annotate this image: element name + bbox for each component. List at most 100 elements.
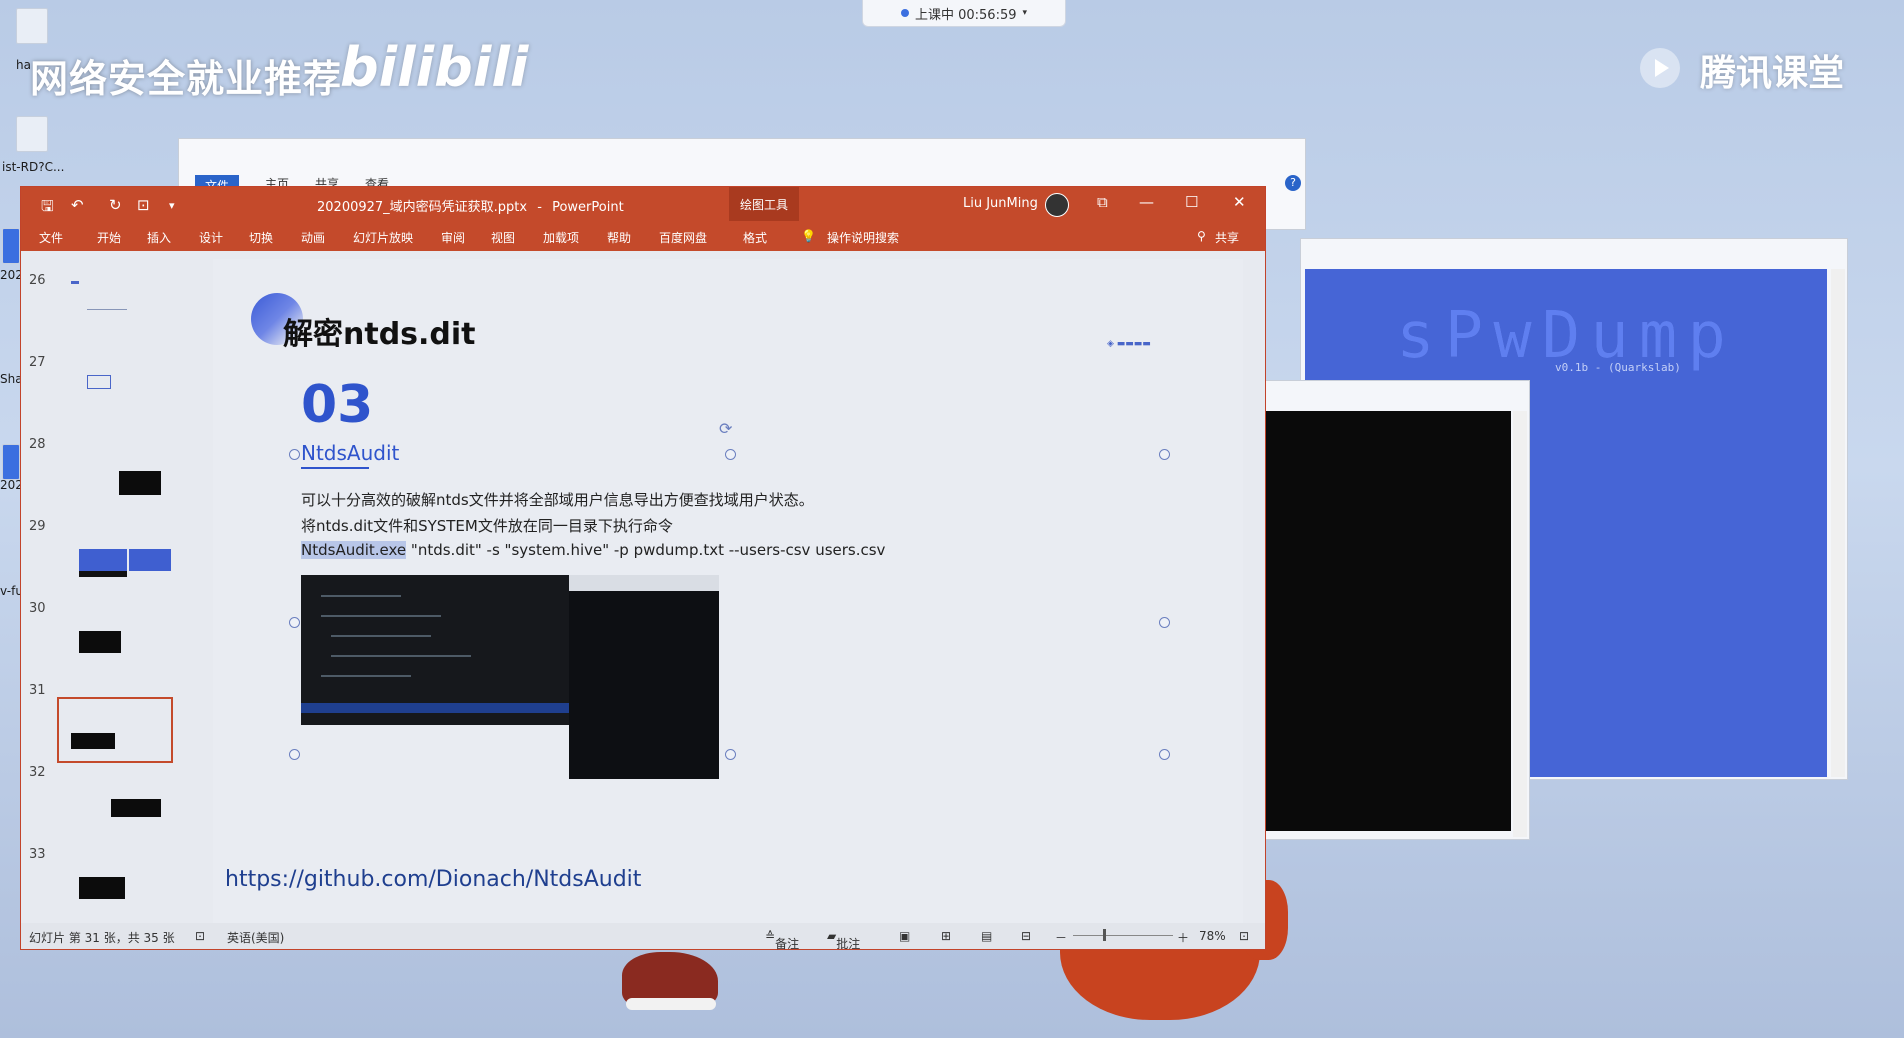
- minimize-button[interactable]: —: [1139, 193, 1154, 211]
- slide-counter: 幻灯片 第 31 张，共 35 张: [29, 931, 175, 945]
- tab-design[interactable]: 设计: [199, 229, 223, 246]
- comments-label: 批注: [836, 937, 861, 951]
- thumbnail-number: 33: [29, 847, 46, 862]
- user-name[interactable]: Liu JunMing: [963, 196, 1038, 211]
- selection-handle[interactable]: [289, 449, 300, 460]
- slideshow-view-icon[interactable]: ⊟: [1021, 929, 1031, 943]
- body-text-line[interactable]: 可以十分高效的破解ntds文件并将全部域用户信息导出方便查找域用户状态。: [301, 489, 814, 510]
- avatar[interactable]: [1045, 193, 1069, 217]
- window-title: 20200927_域内密码凭证获取.pptx - PowerPoint: [317, 196, 624, 215]
- character-shoe: [622, 952, 718, 1010]
- zoom-in-button[interactable]: ＋: [1177, 929, 1189, 946]
- class-status-text: 上课中 00:56:59: [914, 7, 1017, 23]
- tencent-classroom-logo: 腾讯课堂: [1700, 53, 1845, 94]
- section-number[interactable]: 03: [301, 375, 373, 435]
- selection-handle[interactable]: [1159, 449, 1170, 460]
- zoom-slider-thumb[interactable]: [1103, 929, 1106, 941]
- scrollbar[interactable]: [1831, 269, 1845, 777]
- body-text-line[interactable]: 将ntds.dit文件和SYSTEM文件放在同一目录下执行命令: [301, 515, 673, 536]
- redo-icon[interactable]: ↻: [109, 196, 122, 214]
- slide-title[interactable]: 解密ntds.dit: [283, 309, 476, 353]
- selection-handle[interactable]: [725, 749, 736, 760]
- reading-view-icon[interactable]: ▤: [981, 929, 992, 943]
- promo-banner-text: 网络安全就业推荐: [30, 57, 343, 101]
- notes-button[interactable]: ≙ 备注: [765, 929, 799, 951]
- proofing-icon[interactable]: ⊡: [195, 929, 205, 943]
- fit-to-window-icon[interactable]: ⊡: [1239, 929, 1249, 943]
- slide-thumbnail[interactable]: [57, 437, 173, 501]
- slideshow-icon[interactable]: ⊡: [137, 196, 150, 214]
- selection-handle[interactable]: [1159, 617, 1170, 628]
- thumbnail-number: 27: [29, 355, 46, 370]
- slide-thumbnail-selected[interactable]: [57, 697, 173, 763]
- command-args: "ntds.dit" -s "system.hive" -p pwdump.tx…: [406, 541, 886, 559]
- undo-icon[interactable]: ↶: [71, 196, 84, 214]
- selection-handle[interactable]: [725, 449, 736, 460]
- command-exe: NtdsAudit.exe: [301, 541, 407, 559]
- scrollbar[interactable]: [1513, 411, 1527, 837]
- tab-animations[interactable]: 动画: [301, 229, 325, 246]
- language-indicator[interactable]: 英语(美国): [227, 929, 284, 946]
- tab-file[interactable]: 文件: [39, 229, 63, 246]
- slide-thumbnails-panel[interactable]: 26 27 28 29 30 31 32 33: [21, 251, 197, 923]
- customize-qat-icon[interactable]: ▾: [169, 199, 175, 212]
- normal-view-icon[interactable]: ▣: [899, 929, 910, 943]
- bilibili-logo: bilibili: [340, 36, 529, 99]
- save-icon[interactable]: 🖫: [41, 196, 54, 221]
- desktop-icon-label: ist-RD?C...: [2, 160, 65, 174]
- tab-insert[interactable]: 插入: [147, 229, 171, 246]
- tab-view[interactable]: 视图: [491, 229, 515, 246]
- user-icon: ⚲: [1197, 229, 1206, 243]
- selection-handle[interactable]: [289, 749, 300, 760]
- rotate-handle-icon[interactable]: ⟳: [719, 419, 732, 438]
- selection-handle[interactable]: [1159, 749, 1170, 760]
- command-line[interactable]: NtdsAudit.exe "ntds.dit" -s "system.hive…: [301, 541, 885, 559]
- slide-sorter-icon[interactable]: ⊞: [941, 929, 951, 943]
- slide-thumbnail[interactable]: [57, 519, 173, 583]
- play-icon: [1640, 48, 1680, 88]
- screenshot-image-terminal: [569, 575, 719, 779]
- thumbnail-number: 29: [29, 519, 46, 534]
- slide-logo: ◈ ▬▬▬▬: [1107, 339, 1151, 349]
- screenshot-image-titlebar: [569, 575, 719, 591]
- tab-addins[interactable]: 加载项: [543, 229, 579, 246]
- slide-thumbnail[interactable]: [57, 847, 173, 911]
- tab-slideshow[interactable]: 幻灯片放映: [353, 229, 413, 246]
- title-separator: -: [537, 200, 542, 215]
- zoom-slider[interactable]: [1073, 935, 1173, 936]
- slide-thumbnail[interactable]: [57, 601, 173, 665]
- help-icon[interactable]: ?: [1285, 175, 1301, 191]
- app-name: PowerPoint: [552, 200, 624, 215]
- notes-label: 备注: [775, 937, 800, 951]
- tab-baidu-netdisk[interactable]: 百度网盘: [659, 229, 707, 246]
- live-dot-icon: [900, 9, 909, 17]
- slide-thumbnail[interactable]: [57, 273, 173, 337]
- zoom-out-button[interactable]: －: [1055, 929, 1067, 946]
- share-button[interactable]: 共享: [1215, 229, 1239, 246]
- section-subtitle[interactable]: NtdsAudit: [301, 441, 399, 465]
- github-link[interactable]: https://github.com/Dionach/NtdsAudit: [225, 867, 641, 892]
- tab-help[interactable]: 帮助: [607, 229, 631, 246]
- tab-format[interactable]: 格式: [743, 229, 767, 246]
- tab-home[interactable]: 开始: [97, 229, 121, 246]
- terminal-window[interactable]: [1250, 380, 1530, 840]
- close-button[interactable]: ✕: [1233, 193, 1246, 211]
- class-status-pill[interactable]: 上课中 00:56:59 ▾: [862, 0, 1066, 27]
- tab-review[interactable]: 审阅: [441, 229, 465, 246]
- ribbon-display-options-icon[interactable]: ⧉: [1097, 193, 1108, 211]
- maximize-button[interactable]: ☐: [1185, 193, 1198, 211]
- drawing-tools-context-tab: 绘图工具: [729, 187, 799, 221]
- selection-handle[interactable]: [289, 617, 300, 628]
- tell-me-search[interactable]: 操作说明搜索: [827, 229, 899, 246]
- zoom-level[interactable]: 78%: [1199, 929, 1226, 943]
- ribbon-tabs: 文件 开始 插入 设计 切换 动画 幻灯片放映 审阅 视图 加载项 帮助 百度网…: [21, 221, 1265, 251]
- thumbnail-number: 28: [29, 437, 46, 452]
- terminal-subtitle: v0.1b - (Quarkslab): [1555, 361, 1681, 374]
- terminal-content: [1265, 411, 1511, 831]
- slide-thumbnail[interactable]: [57, 355, 173, 419]
- tab-transitions[interactable]: 切换: [249, 229, 273, 246]
- powerpoint-window[interactable]: 🖫 ↶ ↻ ⊡ ▾ 20200927_域内密码凭证获取.pptx - Power…: [20, 186, 1266, 951]
- slide-thumbnail[interactable]: [57, 765, 173, 829]
- slide-canvas[interactable]: 解密ntds.dit ◈ ▬▬▬▬ 03 NtdsAudit 可以十分高效的破解…: [213, 259, 1243, 923]
- comments-button[interactable]: ▰ 批注: [827, 929, 860, 951]
